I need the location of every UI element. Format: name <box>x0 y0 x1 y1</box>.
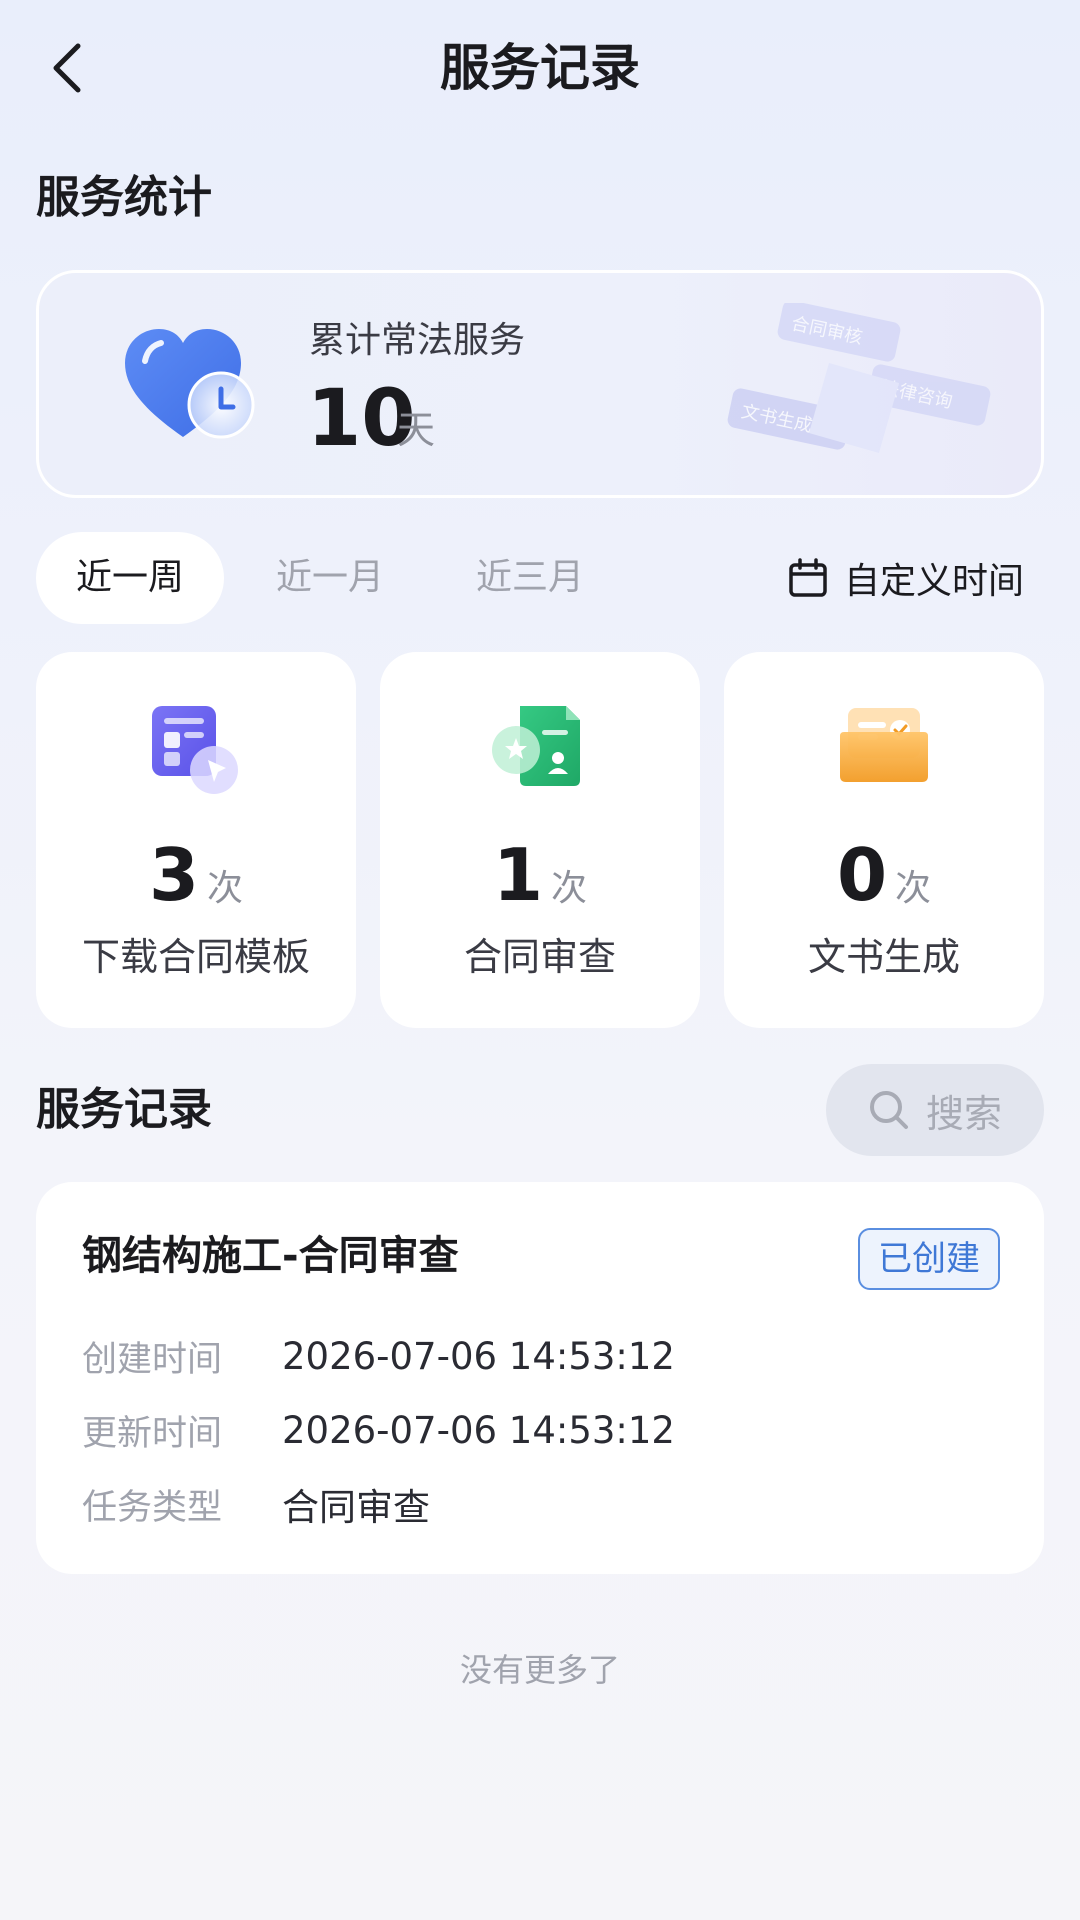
tab-three-months[interactable]: 近三月 <box>436 532 624 624</box>
search-button[interactable]: 搜索 <box>826 1064 1044 1156</box>
stat-label: 下载合同模板 <box>81 935 310 979</box>
heart-clock-icon <box>125 329 255 439</box>
info-row-created: 创建时间 2026-07-06 14:53:12 <box>82 1330 675 1382</box>
no-more-text: 没有更多了 <box>459 1651 620 1689</box>
stat-unit: 次 <box>895 868 932 909</box>
record-title: 钢结构施工-合同审查 <box>82 1233 459 1279</box>
contract-review-icon <box>492 706 580 786</box>
info-value: 2026-07-06 14:53:12 <box>282 1334 675 1378</box>
info-label: 任务类型 <box>82 1487 223 1528</box>
stat-value: 1 <box>492 833 544 917</box>
document-generate-icon <box>840 708 928 782</box>
stat-unit: 次 <box>551 868 588 909</box>
stat-card-contract-review[interactable]: 1次 合同审查 <box>380 652 700 1028</box>
stat-value: 3 <box>148 833 200 917</box>
info-row-updated: 更新时间 2026-07-06 14:53:12 <box>82 1404 675 1456</box>
stat-label: 合同审查 <box>463 935 616 979</box>
stat-card-template-download[interactable]: 3次 下载合同模板 <box>36 652 356 1028</box>
stat-card-document-generate[interactable]: 0次 文书生成 <box>724 652 1044 1028</box>
stat-value: 0 <box>836 833 888 917</box>
tab-week[interactable]: 近一周 <box>36 532 224 624</box>
info-label: 创建时间 <box>82 1339 223 1380</box>
records-section-title: 服务记录 <box>36 1084 212 1135</box>
stat-value-wrap: 3次 <box>36 830 356 920</box>
service-tags-decoration: 合同审核 法律咨询 文书生成 <box>727 303 991 453</box>
stats-section-title: 服务统计 <box>36 172 212 223</box>
stat-value-wrap: 1次 <box>380 830 700 920</box>
custom-time-button[interactable]: 自定义时间 <box>788 532 1024 624</box>
record-card[interactable]: 钢结构施工-合同审查 已创建 创建时间 2026-07-06 14:53:12 … <box>36 1182 1044 1574</box>
info-value: 2026-07-06 14:53:12 <box>282 1408 675 1452</box>
status-badge: 已创建 <box>858 1228 1000 1290</box>
summary-unit: 天 <box>397 408 436 452</box>
period-filter: 近一周 近一月 近三月 自定义时间 <box>36 532 1044 624</box>
page-title: 服务记录 <box>440 39 640 97</box>
info-value: 合同审查 <box>282 1486 430 1529</box>
template-download-icon <box>152 706 238 794</box>
info-row-task-type: 任务类型 合同审查 <box>82 1478 430 1530</box>
tab-month[interactable]: 近一月 <box>236 532 424 624</box>
calendar-icon <box>789 558 827 597</box>
summary-label: 累计常法服务 <box>309 320 526 361</box>
stat-label: 文书生成 <box>807 935 960 979</box>
top-bar: 服务记录 <box>0 0 1080 140</box>
summary-card: 累计常法服务 10 天 合同审核 法律咨询 文书生成 <box>36 270 1044 498</box>
stat-unit: 次 <box>207 868 244 909</box>
search-label: 搜索 <box>925 1091 1002 1136</box>
info-label: 更新时间 <box>82 1413 223 1454</box>
search-icon <box>869 1091 908 1129</box>
custom-time-label: 自定义时间 <box>843 561 1024 602</box>
stat-value-wrap: 0次 <box>724 830 1044 920</box>
